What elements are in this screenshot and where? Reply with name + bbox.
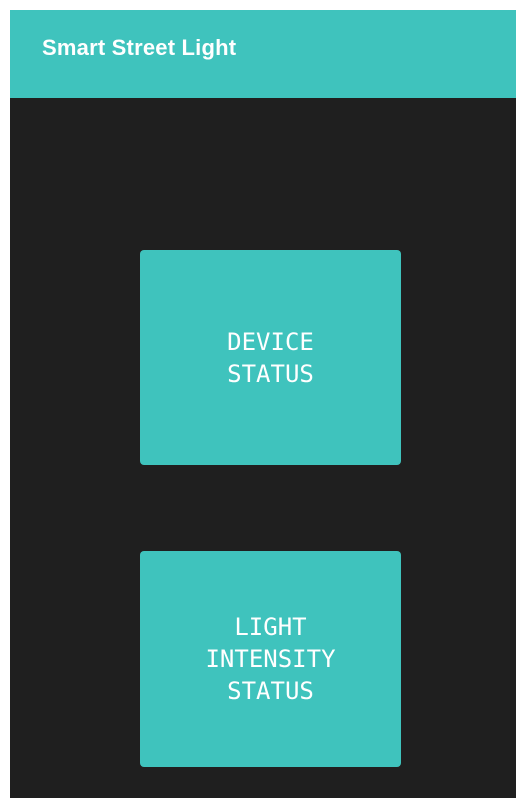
app-bar: Smart Street Light <box>10 10 516 98</box>
light-intensity-status-label: LIGHT INTENSITY STATUS <box>205 613 336 705</box>
app-screen: Smart Street Light DEVICE STATUS LIGHT I… <box>10 10 516 798</box>
device-status-label: DEVICE STATUS <box>227 327 314 388</box>
app-title: Smart Street Light <box>42 35 237 60</box>
device-status-button[interactable]: DEVICE STATUS <box>140 250 401 465</box>
light-intensity-status-button[interactable]: LIGHT INTENSITY STATUS <box>140 551 401 767</box>
